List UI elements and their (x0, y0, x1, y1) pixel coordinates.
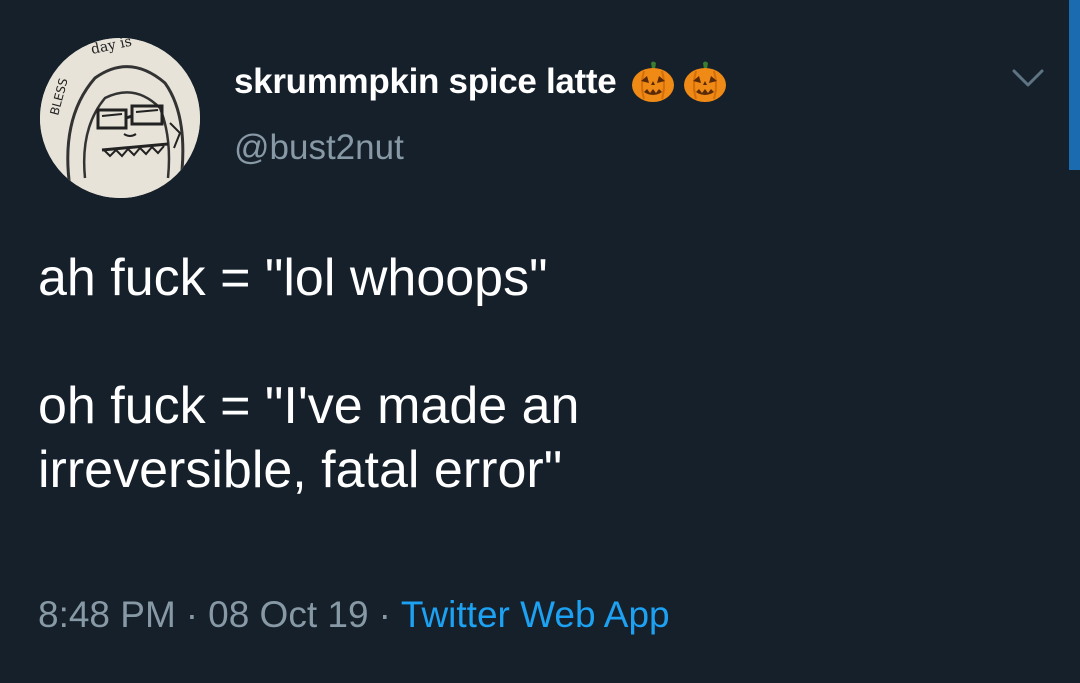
tweet-meta: 8:48 PM · 08 Oct 19 · Twitter Web App (38, 594, 670, 636)
user-handle[interactable]: @bust2nut (234, 128, 404, 168)
scrollbar[interactable] (1069, 0, 1080, 170)
meta-separator: · (378, 594, 391, 635)
display-name[interactable]: skrummpkin spice latte (234, 62, 617, 102)
tweet-text: ah fuck = "lol whoops" oh fuck = "I've m… (38, 249, 580, 499)
user-name-row[interactable]: skrummpkin spice latte (234, 56, 734, 108)
avatar[interactable]: BLESS day is (40, 38, 200, 198)
tweet-date[interactable]: 08 Oct 19 (208, 594, 368, 635)
avatar-sketch-image: BLESS day is (40, 38, 200, 198)
jack-o-lantern-icon (632, 61, 675, 102)
tweet-card: BLESS day is skrummpkin spice latte @bus… (0, 0, 1080, 683)
meta-separator: · (185, 594, 199, 635)
tweet-source-link[interactable]: Twitter Web App (401, 594, 670, 635)
tweet-time[interactable]: 8:48 PM (38, 594, 176, 635)
jack-o-lantern-icon (684, 61, 727, 102)
chevron-down-icon[interactable] (1010, 66, 1046, 90)
name-emojis (630, 59, 734, 105)
